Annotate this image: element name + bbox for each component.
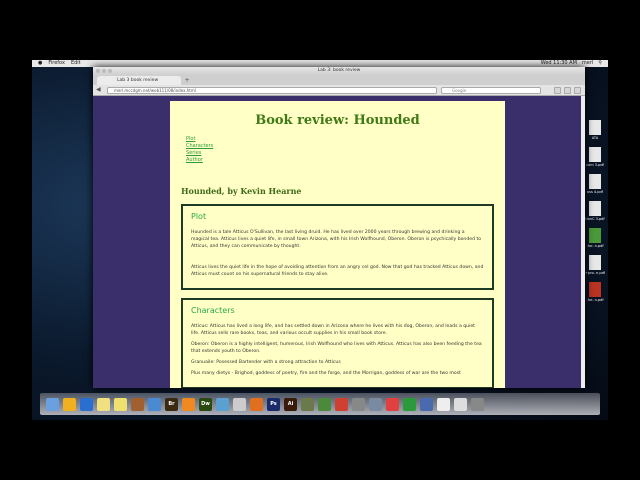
- dock-icon-ai[interactable]: Ai: [284, 397, 297, 411]
- minimize-button[interactable]: [102, 69, 106, 73]
- dock-icon-finder[interactable]: [46, 397, 59, 411]
- desktop-file[interactable]: com 3.pdf: [584, 147, 606, 167]
- close-button[interactable]: [96, 69, 100, 73]
- menu-icon[interactable]: [574, 87, 581, 94]
- desktop-file[interactable]: -for- n.pdf: [584, 228, 606, 248]
- desktop: ● Firefox Edit Wed 11:30 AM merl ⚲ ATA com…: [32, 60, 608, 420]
- browser-window: Lab 3: book review Lab 3 book review + ◀…: [93, 67, 585, 388]
- dock-icon-compressor[interactable]: [301, 397, 314, 411]
- desktop-file[interactable]: tionC 3.pdf: [584, 201, 606, 221]
- home-icon[interactable]: [564, 87, 571, 94]
- dock: Br Dw Ps Ai: [40, 393, 600, 415]
- search-input[interactable]: Google: [441, 87, 541, 94]
- dock-icon-preview[interactable]: [131, 397, 144, 411]
- scrollbar[interactable]: [581, 96, 585, 388]
- dock-icon-files[interactable]: [233, 397, 246, 411]
- desktop-file[interactable]: +pro- n.pdf: [584, 255, 606, 275]
- desktop-file[interactable]: oss 4.pdf: [584, 174, 606, 194]
- plot-paragraph: Hounded is a tale Atticus O'Sullivan, th…: [191, 230, 482, 249]
- book-heading: Hounded, by Kevin Hearne: [181, 186, 302, 196]
- characters-heading: Characters: [191, 306, 235, 315]
- toc-link-characters[interactable]: Characters: [186, 143, 494, 150]
- dock-icon-acrobat[interactable]: [386, 397, 399, 411]
- character-paragraph: Oberon: Oberon is a highly intelligent, …: [191, 342, 482, 354]
- dock-icon-safari[interactable]: [216, 397, 229, 411]
- apple-icon[interactable]: ●: [38, 60, 42, 67]
- toc-link-author[interactable]: Author: [186, 157, 494, 164]
- desktop-file[interactable]: ATA: [584, 120, 606, 140]
- spotlight-icon[interactable]: ⚲: [598, 60, 602, 67]
- plot-section: Plot Hounded is a tale Atticus O'Sulliva…: [181, 204, 494, 290]
- download-icon[interactable]: [554, 87, 561, 94]
- plot-paragraph: Atticus lives the quiet life in the hope…: [191, 265, 484, 277]
- desktop-files: ATA com 3.pdf oss 4.pdf tionC 3.pdf -for…: [584, 120, 606, 302]
- page-title: Book review: Hounded: [255, 113, 420, 128]
- dock-icon-trash[interactable]: [471, 397, 484, 411]
- dock-icon-dashboard[interactable]: [63, 397, 76, 411]
- user-menu[interactable]: merl: [582, 60, 593, 67]
- dock-icon-photo[interactable]: [352, 397, 365, 411]
- dock-icon-ps[interactable]: Ps: [267, 397, 280, 411]
- tab-bar: Lab 3 book review +: [93, 75, 585, 85]
- toc-link-series[interactable]: Series: [186, 150, 494, 157]
- dock-icon-word[interactable]: [80, 397, 93, 411]
- new-tab-button[interactable]: +: [183, 77, 191, 84]
- tab-lab3[interactable]: Lab 3 book review: [97, 76, 181, 85]
- character-paragraph: Atticus: Atticus has lived a long life, …: [191, 324, 475, 336]
- dock-icon-chrome[interactable]: [335, 397, 348, 411]
- dock-icon-iphoto[interactable]: [369, 397, 382, 411]
- toc-link-plot[interactable]: Plot: [186, 136, 494, 143]
- clock[interactable]: Wed 11:30 AM: [541, 60, 577, 67]
- dock-icon-firefox[interactable]: [250, 397, 263, 411]
- dock-icon-excel[interactable]: [403, 397, 416, 411]
- dock-icon-br[interactable]: Br: [165, 397, 178, 411]
- characters-section: Characters Atticus: Atticus has lived a …: [181, 298, 494, 388]
- window-title: Lab 3: book review: [317, 68, 361, 73]
- back-icon[interactable]: ◀: [96, 86, 101, 93]
- dock-icon-xcode[interactable]: [148, 397, 161, 411]
- menu-app[interactable]: Firefox: [48, 60, 65, 67]
- character-paragraph: Plus many dietys - Brighod, goddess of p…: [191, 371, 461, 376]
- desktop-file[interactable]: -for- n.pdf: [584, 282, 606, 302]
- dock-icon-downloads[interactable]: [454, 397, 467, 411]
- nav-bar: ◀ merl.mccdgm.net/web111/08/index.html G…: [93, 85, 585, 96]
- plot-heading: Plot: [191, 212, 207, 221]
- menu-bar: ● Firefox Edit Wed 11:30 AM merl ⚲: [32, 60, 608, 67]
- page-column: Book review: Hounded Plot Characters Ser…: [170, 101, 505, 388]
- title-bar: Lab 3: book review: [93, 67, 585, 75]
- dock-icon-notes[interactable]: [97, 397, 110, 411]
- dock-icon-docs[interactable]: [437, 397, 450, 411]
- table-of-contents: Plot Characters Series Author: [186, 136, 494, 164]
- menu-edit[interactable]: Edit: [71, 60, 81, 67]
- url-bar[interactable]: merl.mccdgm.net/web111/08/index.html: [107, 87, 437, 94]
- character-paragraph: Granuaile: Posessed Bartender with a str…: [191, 360, 341, 365]
- page-content: Book review: Hounded Plot Characters Ser…: [93, 96, 581, 388]
- zoom-button[interactable]: [108, 69, 112, 73]
- dock-icon-info[interactable]: [420, 397, 433, 411]
- dock-icon-stickies[interactable]: [114, 397, 127, 411]
- dock-icon-settings[interactable]: [182, 397, 195, 411]
- dock-icon-dw[interactable]: Dw: [199, 397, 212, 411]
- dock-icon-utility[interactable]: [318, 397, 331, 411]
